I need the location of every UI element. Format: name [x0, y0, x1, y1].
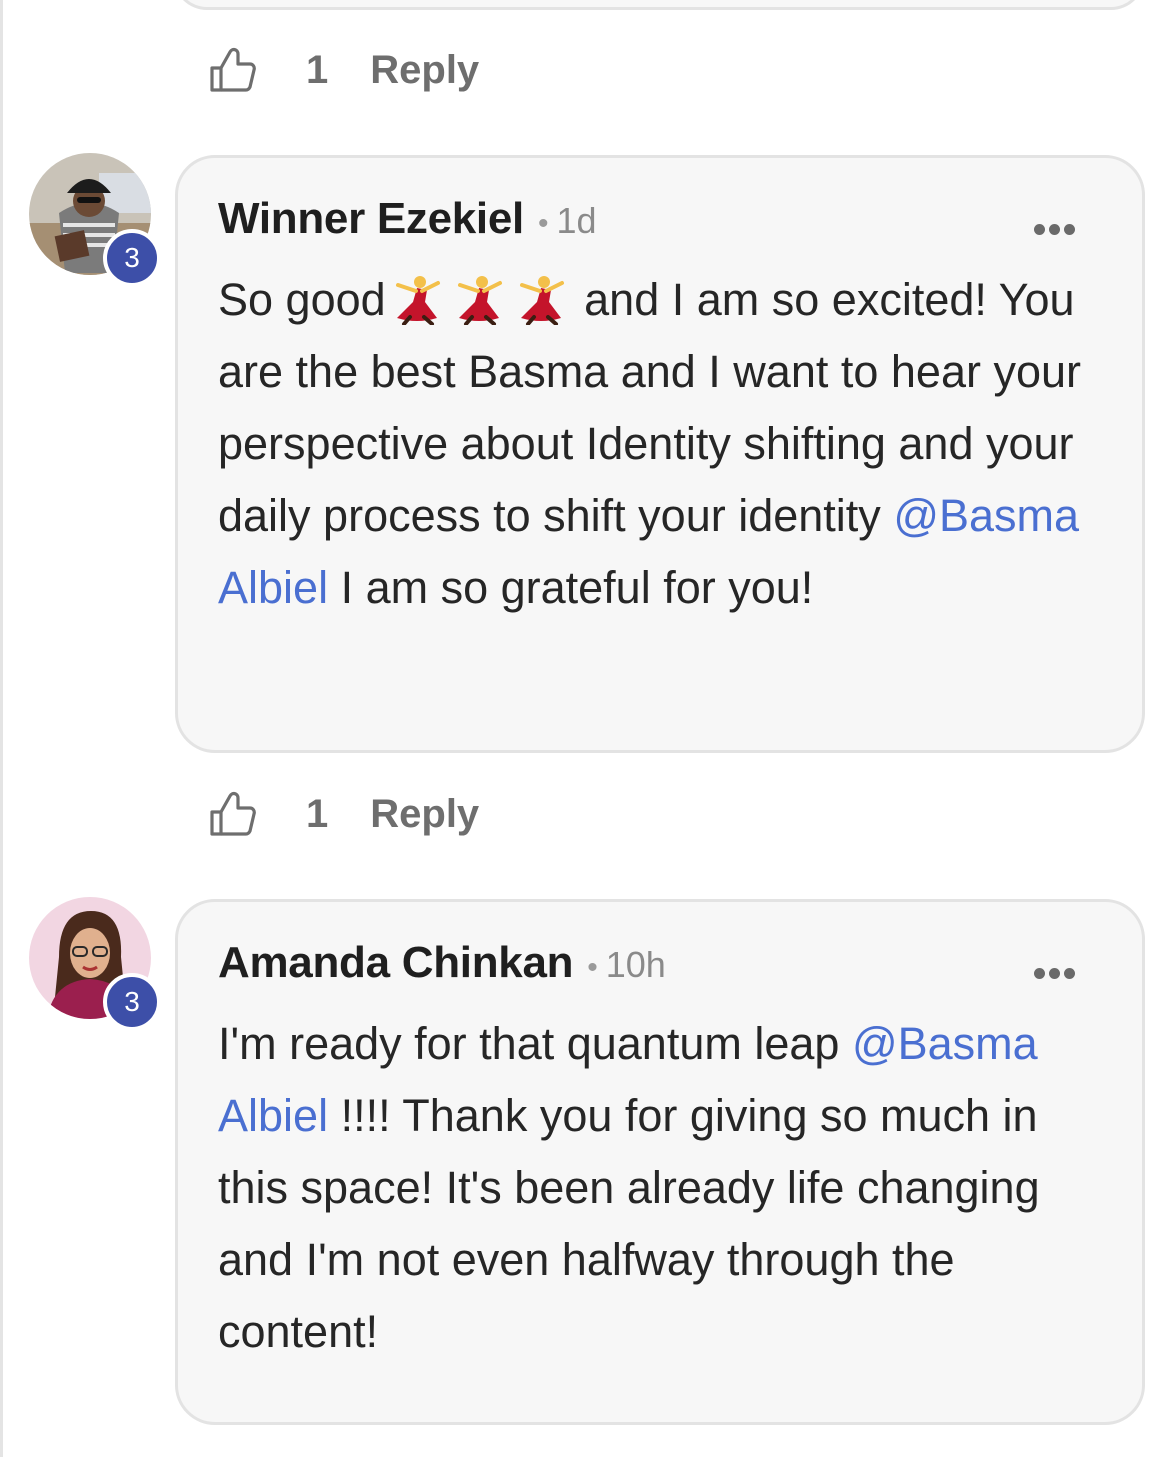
more-dots-icon — [1064, 968, 1075, 979]
separator-dot: • — [537, 207, 549, 240]
previous-comment-bubble — [173, 0, 1145, 10]
level-badge: 3 — [103, 973, 161, 1031]
more-dots-icon — [1064, 224, 1075, 235]
like-button[interactable] — [208, 788, 260, 840]
comment-text-part: So good — [218, 274, 386, 325]
author-name[interactable]: Winner Ezekiel — [218, 194, 524, 244]
more-dots-icon — [1034, 224, 1045, 235]
comment-text-part: I'm ready for that quantum leap — [218, 1018, 852, 1069]
comment-text: So good and I am so excited! You are the… — [218, 264, 1102, 624]
level-badge: 3 — [103, 229, 161, 287]
more-dots-icon — [1049, 968, 1060, 979]
dancer-emoji-icon — [386, 273, 448, 326]
comment-bubble: Winner Ezekiel • 1d So good and I am so … — [175, 155, 1145, 753]
dancer-emoji-icon — [510, 273, 572, 326]
comment-thread: 1 Reply 3 Winner Ezekiel • 1d So good an… — [0, 0, 1170, 1457]
like-count: 1 — [306, 791, 329, 836]
separator-dot: • — [587, 951, 598, 984]
comment-actions: 1 Reply — [208, 784, 479, 844]
comment-text-part: I am so grateful for you! — [328, 562, 814, 613]
comment-text-part: !!!! Thank you for giving so much in thi… — [218, 1090, 1040, 1357]
author-name[interactable]: Amanda Chinkan — [218, 938, 574, 988]
comment-bubble: Amanda Chinkan • 10h I'm ready for that … — [175, 899, 1145, 1425]
comment-actions: 1 Reply — [208, 40, 479, 100]
reply-button[interactable]: Reply — [370, 792, 479, 837]
more-dots-icon — [1034, 968, 1045, 979]
thumbs-up-icon — [210, 791, 256, 836]
comment-header: Amanda Chinkan • 10h — [218, 938, 1102, 1002]
comment-time: 10h — [605, 944, 666, 985]
more-options-button[interactable] — [1034, 966, 1080, 980]
dancer-emoji-icon — [448, 273, 510, 326]
comment-time: 1d — [556, 200, 597, 241]
more-dots-icon — [1049, 224, 1060, 235]
thumbs-up-icon — [210, 47, 256, 92]
like-button[interactable] — [208, 44, 260, 96]
reply-button[interactable]: Reply — [370, 48, 479, 93]
like-count: 1 — [306, 47, 329, 92]
comment-text: I'm ready for that quantum leap @Basma A… — [218, 1008, 1102, 1368]
comment-header: Winner Ezekiel • 1d — [218, 194, 1102, 258]
more-options-button[interactable] — [1034, 222, 1080, 236]
